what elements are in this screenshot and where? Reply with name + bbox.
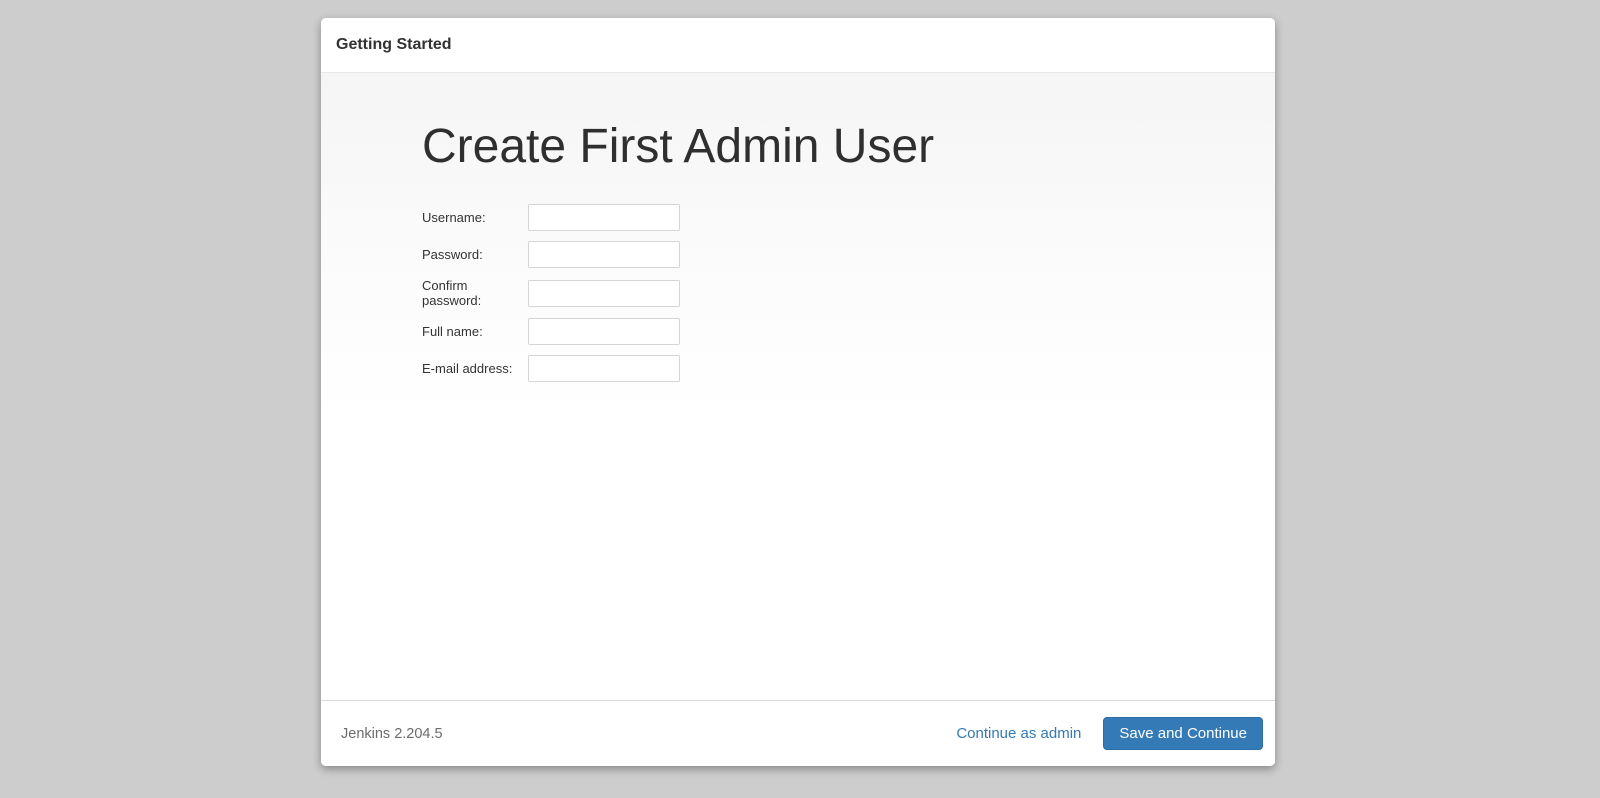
wizard-footer: Jenkins 2.204.5 Continue as admin Save a… — [321, 700, 1275, 766]
wizard-content: Create First Admin User Username: Passwo… — [321, 73, 1275, 700]
footer-actions: Continue as admin Save and Continue — [956, 717, 1263, 750]
setup-wizard-dialog: Getting Started Create First Admin User … — [321, 18, 1275, 766]
confirm-password-label: Confirm password: — [422, 278, 528, 308]
page-title: Create First Admin User — [422, 119, 1235, 175]
password-input[interactable] — [528, 241, 680, 268]
confirm-password-input[interactable] — [528, 280, 680, 307]
full-name-label: Full name: — [422, 324, 528, 339]
save-and-continue-button[interactable]: Save and Continue — [1103, 717, 1263, 750]
wizard-header-title: Getting Started — [336, 36, 452, 54]
form-row-confirm-password: Confirm password: — [422, 278, 1235, 308]
continue-as-admin-link[interactable]: Continue as admin — [956, 725, 1081, 742]
email-input[interactable] — [528, 355, 680, 382]
wizard-header: Getting Started — [321, 18, 1275, 73]
form-row-username: Username: — [422, 204, 1235, 231]
email-label: E-mail address: — [422, 361, 528, 376]
username-input[interactable] — [528, 204, 680, 231]
jenkins-version-label: Jenkins 2.204.5 — [341, 726, 443, 742]
admin-user-form: Username: Password: Confirm password: Fu… — [422, 204, 1235, 382]
username-label: Username: — [422, 210, 528, 225]
full-name-input[interactable] — [528, 318, 680, 345]
form-row-email: E-mail address: — [422, 355, 1235, 382]
form-row-full-name: Full name: — [422, 318, 1235, 345]
password-label: Password: — [422, 247, 528, 262]
form-row-password: Password: — [422, 241, 1235, 268]
